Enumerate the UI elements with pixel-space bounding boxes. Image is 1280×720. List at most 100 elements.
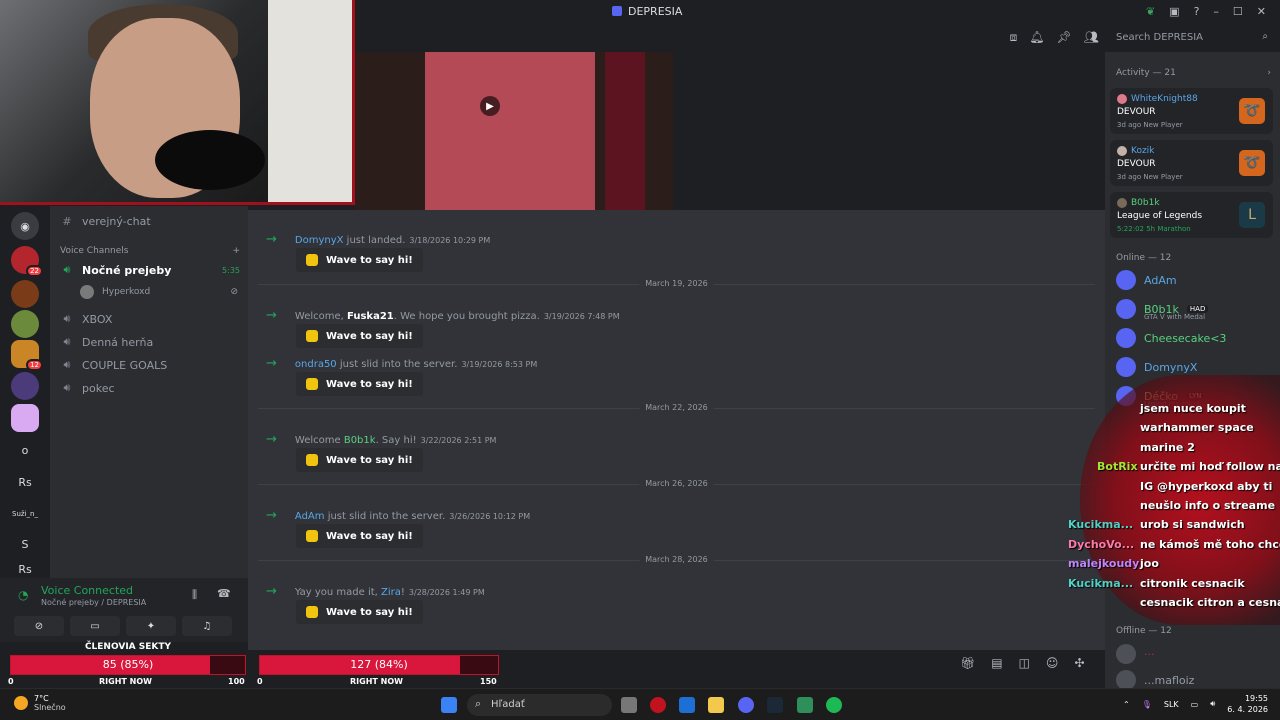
inbox-icon[interactable]: ▣ <box>1169 5 1179 18</box>
wave-button[interactable]: Wave to say hi! <box>296 324 423 348</box>
activity-card[interactable]: B0b1k League of Legends 5:22:02 5h Marat… <box>1110 192 1273 238</box>
wave-button[interactable]: Wave to say hi! <box>296 372 423 396</box>
activity-card[interactable]: Kozik DEVOUR 3d ago New Player ➰ <box>1110 140 1273 186</box>
activity-game: DEVOUR <box>1117 159 1156 169</box>
server-letter-o[interactable]: o <box>11 436 39 464</box>
server-warrior[interactable] <box>11 280 39 308</box>
member-name[interactable]: Fuska21 <box>347 311 394 322</box>
title-bar: DEPRESIA <box>355 0 925 22</box>
activities-button[interactable]: ✦ <box>126 616 176 636</box>
microphone-icon[interactable]: 🎙︎ <box>1142 700 1152 709</box>
language-indicator[interactable]: SLK <box>1164 700 1179 709</box>
maximize-button[interactable]: ☐ <box>1233 5 1243 18</box>
server-letter-rs[interactable]: Rs <box>11 468 39 496</box>
server-depresia[interactable]: ◉ <box>11 212 39 240</box>
wave-button[interactable]: Wave to say hi! <box>296 448 423 472</box>
offline-member[interactable]: ··· <box>1116 644 1155 664</box>
server-pink[interactable] <box>11 404 39 432</box>
voice-user-hyperkoxd[interactable]: Hyperkoxd ⊘ <box>80 282 238 302</box>
minimize-button[interactable]: – <box>1213 5 1219 18</box>
voice-channel-xbox[interactable]: 🔊︎ XBOX <box>60 309 113 329</box>
steam-icon[interactable] <box>767 697 783 713</box>
play-icon[interactable]: ▶ <box>480 96 500 116</box>
task-view-icon[interactable] <box>621 697 637 713</box>
wave-button[interactable]: Wave to say hi! <box>296 600 423 624</box>
clock[interactable]: 19:55 6. 4. 2026 <box>1227 693 1268 715</box>
online-member[interactable]: B0b1k HAD GTA V with Medal <box>1116 299 1209 321</box>
apps-icon[interactable]: ✣ <box>1074 656 1084 670</box>
message-text: just landed. <box>343 235 406 246</box>
member-name[interactable]: ondra50 <box>295 359 337 370</box>
overlay-username: Kucikma... <box>1068 576 1134 590</box>
server-red[interactable]: 22 <box>11 246 43 277</box>
members-icon[interactable]: 👥︎ <box>1084 30 1099 45</box>
online-member[interactable]: DomynyX <box>1116 357 1197 377</box>
message-timestamp: 3/26/2026 10:12 PM <box>449 512 531 521</box>
avatar <box>1117 146 1127 156</box>
member-name[interactable]: DomynyX <box>295 235 344 246</box>
bell-icon[interactable]: 🔔︎ <box>1029 30 1044 45</box>
app-icon[interactable] <box>797 697 813 713</box>
soundboard-button[interactable]: ♫ <box>182 616 232 636</box>
voice-channel-nocne-prejeby[interactable]: 🔊︎ Nočné prejeby 5:35 <box>60 260 240 280</box>
member-name[interactable]: AdAm <box>295 511 325 522</box>
voice-channel-couple-goals[interactable]: 🔊︎ COUPLE GOALS <box>60 355 168 375</box>
server-letter-suzi[interactable]: Suži_n_ <box>11 500 39 528</box>
mail-icon[interactable] <box>679 697 695 713</box>
discord-icon[interactable] <box>738 697 754 713</box>
voice-status[interactable]: Voice Connected <box>41 584 133 597</box>
sticker-icon[interactable]: ◫ <box>1019 656 1030 670</box>
gif-icon[interactable]: ▤ <box>991 656 1002 670</box>
pin-icon[interactable]: 📌︎ <box>1057 30 1072 45</box>
add-channel-icon[interactable]: + <box>232 246 240 256</box>
voice-channels-header[interactable]: Voice Channels + <box>60 241 240 261</box>
help-icon[interactable]: ? <box>1194 5 1200 18</box>
opera-icon[interactable] <box>650 697 666 713</box>
date-divider-label: March 22, 2026 <box>639 403 714 412</box>
server-letter-s[interactable]: S <box>11 530 39 558</box>
member-name[interactable]: B0b1k <box>344 435 376 446</box>
speaker-icon: 🔊︎ <box>63 335 71 348</box>
gift-icon[interactable]: 🎁︎ <box>960 656 975 670</box>
spotify-icon[interactable] <box>826 697 842 713</box>
text-channel-verejny-chat[interactable]: # verejný-chat <box>60 211 150 231</box>
weather-widget[interactable]: 7°C Slnečno <box>14 694 66 712</box>
file-explorer-icon[interactable] <box>708 697 724 713</box>
wave-button[interactable]: Wave to say hi! <box>296 524 423 548</box>
wave-button[interactable]: Wave to say hi! <box>296 248 423 272</box>
server-green[interactable] <box>11 310 39 338</box>
disconnect-icon[interactable]: ☎ <box>217 587 231 600</box>
emoji-icon[interactable]: ☺ <box>1046 656 1059 670</box>
overlay-username: DychoVo... <box>1068 537 1135 551</box>
voice-channel-denna-herna[interactable]: 🔊︎ Denná herňa <box>60 332 154 352</box>
voice-location[interactable]: Nočné prejeby / DEPRESIA <box>41 598 146 607</box>
overlay-message: marine 2 <box>1140 440 1195 454</box>
online-header: Online — 12 <box>1116 253 1172 263</box>
volume-icon[interactable]: 🔊︎ <box>1210 699 1215 709</box>
offline-member[interactable]: ...mafloiz <box>1116 670 1194 690</box>
online-member[interactable]: AdAm <box>1116 270 1177 290</box>
windows-start-icon[interactable] <box>441 697 457 713</box>
noise-suppression-icon[interactable]: ⫼ <box>192 588 197 602</box>
search-input[interactable]: Search DEPRESIA ⌕ <box>1110 28 1274 48</box>
taskbar-search[interactable]: ⌕ Hľadať <box>467 694 612 716</box>
screen-share-button[interactable]: ▭ <box>70 616 120 636</box>
threads-icon[interactable]: ⧈ <box>1010 30 1018 45</box>
leaf-icon[interactable]: ❦ <box>1146 5 1155 18</box>
voice-channel-pokec[interactable]: 🔊︎ pokec <box>60 378 115 398</box>
server-purple[interactable] <box>11 372 39 400</box>
server-orange[interactable]: 12 <box>11 340 43 371</box>
close-button[interactable]: ✕ <box>1257 5 1266 18</box>
video-off-button[interactable]: ⊘ <box>14 616 64 636</box>
chevron-up-icon[interactable]: ⌃ <box>1123 700 1130 709</box>
chevron-right-icon[interactable]: › <box>1267 68 1271 78</box>
activity-card[interactable]: WhiteKnight88 DEVOUR 3d ago New Player ➰ <box>1110 88 1273 134</box>
network-icon[interactable]: ▭ <box>1191 700 1199 709</box>
member-name[interactable]: Zira <box>381 587 401 598</box>
game-video-preview[interactable]: ▶ <box>355 52 673 210</box>
online-member[interactable]: Cheesecake<3 <box>1116 328 1226 348</box>
weather-temp: 7°C <box>34 694 49 703</box>
window-controls: ❦ ▣ ? – ☐ ✕ <box>1146 0 1280 22</box>
activity-header[interactable]: Activity — 21 › <box>1116 68 1271 78</box>
server-letter-rs-2[interactable]: Rs <box>11 562 39 576</box>
